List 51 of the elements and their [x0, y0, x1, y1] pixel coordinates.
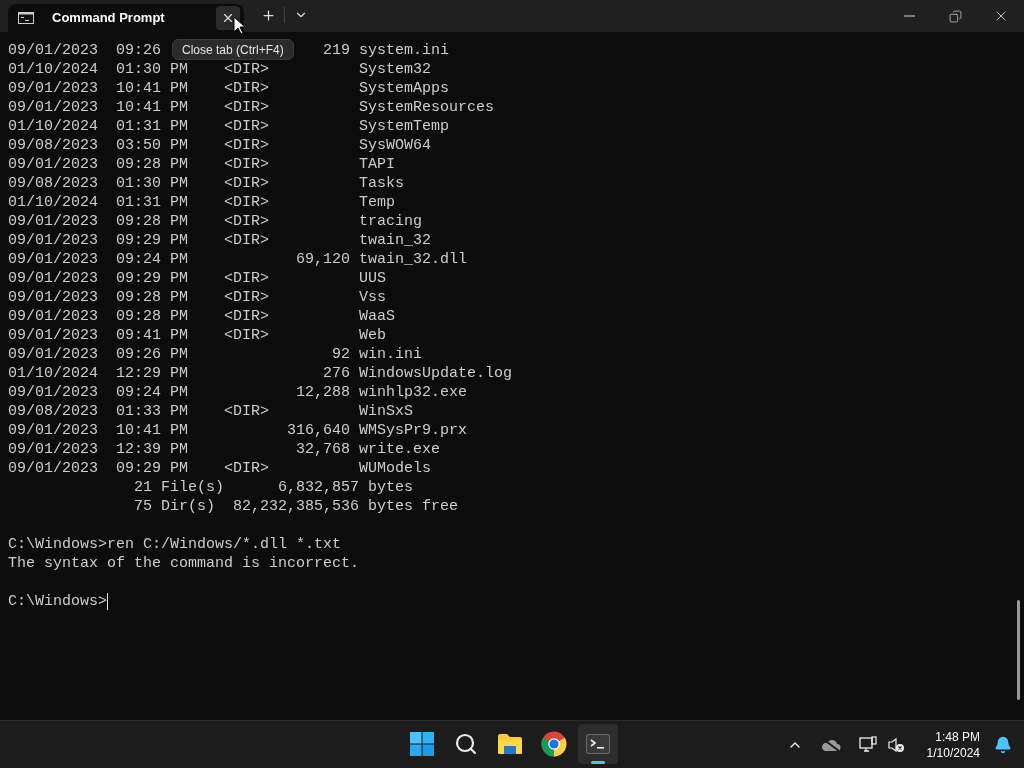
scrollbar-thumb[interactable] — [1017, 600, 1020, 700]
browser-icon — [541, 731, 567, 757]
minimize-icon — [903, 15, 915, 17]
terminal-line: 09/08/2023 03:50 PM <DIR> SysWOW64 — [8, 136, 432, 155]
terminal-prompt: C:\Windows> — [8, 592, 108, 611]
folder-icon — [497, 733, 523, 755]
terminal-line: 01/10/2024 01:31 PM <DIR> SystemTemp — [8, 117, 450, 136]
terminal-line: 219 system.ini — [323, 41, 450, 60]
terminal-line: 09/01/2023 10:41 PM <DIR> SystemResources — [8, 98, 495, 117]
plus-icon — [260, 7, 276, 23]
terminal-line: C:\Windows>ren C:/Windows/*.dll *.txt — [8, 535, 342, 554]
terminal-line: 09/01/2023 12:39 PM 32,768 write.exe — [8, 440, 441, 459]
terminal-line: 09/01/2023 09:29 PM <DIR> WUModels — [8, 459, 432, 478]
clock[interactable]: 1:48 PM 1/10/2024 — [926, 728, 980, 761]
tab-title: Command Prompt — [52, 9, 166, 28]
terminal-line: 75 Dir(s) 82,232,385,536 bytes free — [133, 497, 459, 516]
terminal-line: 09/08/2023 01:30 PM <DIR> Tasks — [8, 174, 405, 193]
terminal-line: 09/01/2023 09:26 PM 92 win.ini — [8, 345, 423, 364]
terminal-line: 09/01/2023 09:28 PM <DIR> WaaS — [8, 307, 396, 326]
tooltip: Close tab (Ctrl+F4) — [172, 39, 294, 60]
terminal-line: 21 File(s) 6,832,857 bytes — [133, 478, 414, 497]
close-icon — [221, 11, 235, 25]
terminal-line: 01/10/2024 01:31 PM <DIR> Temp — [8, 193, 396, 212]
terminal-line: 09/01/2023 09:29 PM <DIR> UUS — [8, 269, 387, 288]
text-cursor — [107, 593, 109, 610]
restore-icon — [948, 9, 962, 23]
windows-logo-icon — [410, 732, 434, 756]
search-icon — [454, 732, 478, 756]
terminal-line: 09/01/2023 10:41 PM <DIR> SystemApps — [8, 79, 450, 98]
mouse-pointer-icon — [233, 16, 245, 35]
terminal-line: 09/01/2023 09:28 PM <DIR> tracing — [8, 212, 423, 231]
terminal-icon — [586, 734, 610, 754]
speaker-muted-icon[interactable] — [886, 736, 905, 753]
cloud-off-icon[interactable] — [820, 737, 841, 752]
terminal-line: 09/01/2023 09:41 PM <DIR> Web — [8, 326, 387, 345]
terminal-line: 09/01/2023 09:24 PM 69,120 twain_32.dll — [8, 250, 468, 269]
terminal-line: 01/10/2024 12:29 PM 276 WindowsUpdate.log — [8, 364, 513, 383]
console-icon — [18, 12, 34, 24]
terminal-line: 09/01/2023 09:28 PM <DIR> TAPI — [8, 155, 396, 174]
terminal-line: 09/08/2023 01:33 PM <DIR> WinSxS — [8, 402, 414, 421]
notification-bell-icon[interactable] — [994, 735, 1012, 754]
terminal-line: 09/01/2023 09:26 — [8, 41, 162, 60]
tab[interactable]: Command Prompt — [8, 4, 244, 32]
terminal-line: 09/01/2023 10:41 PM 316,640 WMSysPr9.prx — [8, 421, 468, 440]
terminal-line: 01/10/2024 01:30 PM <DIR> System32 — [8, 60, 432, 79]
terminal-line: 09/01/2023 09:28 PM <DIR> Vss — [8, 288, 387, 307]
terminal-line: 09/01/2023 09:29 PM <DIR> twain_32 — [8, 231, 432, 250]
terminal-line: The syntax of the command is incorrect. — [8, 554, 360, 573]
terminal-line: 09/01/2023 09:24 PM 12,288 winhlp32.exe — [8, 383, 468, 402]
network-icon[interactable] — [858, 735, 877, 754]
taskbar-button[interactable] — [578, 724, 618, 764]
